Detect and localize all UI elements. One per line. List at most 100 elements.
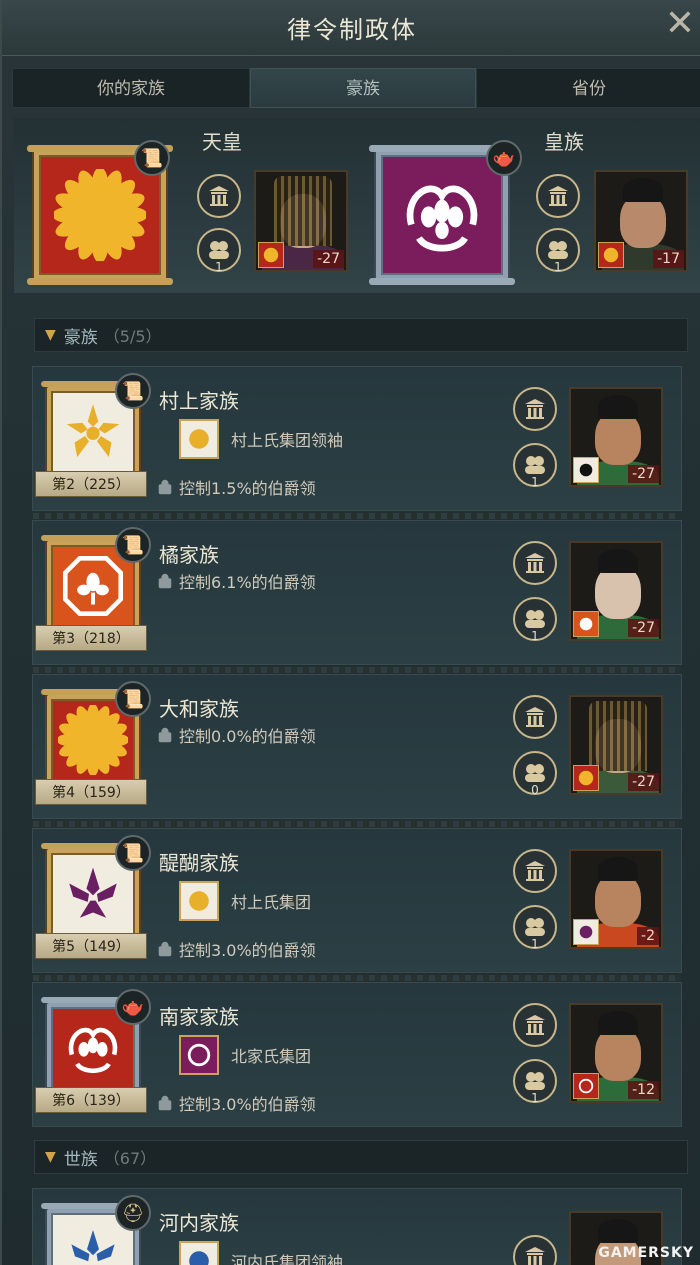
clan-head-portrait[interactable]: -12 bbox=[569, 1003, 663, 1103]
members-icon[interactable]: 1 bbox=[513, 443, 557, 489]
tab-powerful-families[interactable]: 豪族 bbox=[250, 68, 476, 108]
chrysanthemum-crest-icon bbox=[58, 705, 128, 775]
imperial-family-banner[interactable] bbox=[369, 145, 515, 285]
paulownia-crest-icon bbox=[69, 867, 117, 918]
group-name: 村上氏集团领袖 bbox=[231, 431, 344, 450]
clan-name: 大和家族 bbox=[159, 697, 239, 721]
opinion-value: -27 bbox=[628, 619, 659, 637]
control-icon bbox=[155, 571, 175, 591]
clan-control: 控制0.0%的伯爵领 bbox=[155, 723, 316, 747]
window-title: 律令制政体 bbox=[287, 16, 417, 44]
opinion-value: -27 bbox=[628, 773, 659, 791]
clan-name: 橘家族 bbox=[159, 543, 219, 567]
house-seat-icon[interactable] bbox=[513, 541, 557, 585]
clan-row[interactable]: ⛑ 河内家族 河内氏集团领袖 bbox=[32, 1188, 682, 1265]
clan-rank: 第4（159） bbox=[35, 779, 147, 805]
house-count: 0 bbox=[531, 783, 539, 797]
clan-control: 控制3.0%的伯爵领 bbox=[155, 1091, 316, 1115]
chrysanthemum-mini-icon bbox=[598, 242, 624, 268]
chrysanthemum-crest-icon bbox=[54, 169, 146, 261]
close-icon[interactable]: ✕ bbox=[662, 4, 698, 44]
clan-row[interactable]: 📜 第2（225） 村上家族 村上氏集团领袖 控制1.5%的伯爵领 1 -27 bbox=[32, 366, 682, 519]
clan-mini-crest-icon bbox=[573, 919, 599, 945]
clan-rank: 第5（149） bbox=[35, 933, 147, 959]
clan-row[interactable]: 📜 第4（159） 大和家族 控制0.0%的伯爵领 0 -27 bbox=[32, 674, 682, 827]
control-text: 控制1.5%的伯爵领 bbox=[179, 479, 316, 498]
members-icon[interactable]: 1 bbox=[513, 1059, 557, 1105]
clan-group[interactable]: 村上氏集团领袖 bbox=[179, 419, 343, 459]
ruler-emperor: 📜 天皇 1 -27 bbox=[14, 118, 354, 288]
tab-provinces[interactable]: 省份 bbox=[476, 68, 700, 108]
clan-group[interactable]: 北家氏集团 bbox=[179, 1035, 311, 1075]
scroll-icon[interactable]: 📜 bbox=[115, 835, 151, 871]
clan-group[interactable]: 村上氏集团 bbox=[179, 881, 311, 921]
watermark: GAMERSKY bbox=[598, 1245, 694, 1261]
house-count: 1 bbox=[531, 475, 539, 489]
group-name: 北家氏集团 bbox=[231, 1047, 312, 1066]
clan-name: 村上家族 bbox=[159, 389, 239, 413]
teapot-icon[interactable]: 🫖 bbox=[115, 989, 151, 1025]
clan-name: 南家家族 bbox=[159, 1005, 239, 1029]
helmet-icon[interactable]: ⛑ bbox=[115, 1195, 151, 1231]
clan-rank: 第6（139） bbox=[35, 1087, 147, 1113]
house-seat-icon[interactable] bbox=[513, 695, 557, 739]
house-seat-icon[interactable] bbox=[197, 174, 241, 218]
tab-your-house[interactable]: 你的家族 bbox=[12, 68, 250, 108]
house-seat-icon[interactable] bbox=[536, 174, 580, 218]
teapot-icon[interactable]: 🫖 bbox=[486, 140, 522, 176]
control-icon bbox=[155, 939, 175, 959]
section-gentry[interactable]: ▼ 世族 （67） bbox=[34, 1140, 688, 1174]
house-count: 1 bbox=[531, 1091, 539, 1105]
scroll-icon[interactable]: 📜 bbox=[115, 527, 151, 563]
imperial-family-portrait[interactable]: -17 bbox=[594, 170, 688, 272]
control-text: 控制0.0%的伯爵领 bbox=[179, 727, 316, 746]
opinion-value: -27 bbox=[628, 465, 659, 483]
collapse-arrow-icon: ▼ bbox=[45, 1149, 56, 1165]
clan-head-portrait[interactable]: -27 bbox=[569, 541, 663, 641]
collapse-arrow-icon: ▼ bbox=[45, 327, 56, 343]
clan-control: 控制6.1%的伯爵领 bbox=[155, 569, 316, 593]
house-seat-icon[interactable] bbox=[513, 849, 557, 893]
gentian-crest-icon bbox=[66, 404, 120, 458]
clan-control: 控制1.5%的伯爵领 bbox=[155, 475, 316, 499]
clan-row[interactable]: 📜 第3（218） 橘家族 控制6.1%的伯爵领 1 -27 bbox=[32, 520, 682, 673]
members-icon[interactable]: 1 bbox=[513, 905, 557, 951]
control-icon bbox=[155, 1093, 175, 1113]
control-text: 控制6.1%的伯爵领 bbox=[179, 573, 316, 592]
scroll-icon[interactable]: 📜 bbox=[115, 373, 151, 409]
rulers-panel: 📜 天皇 1 -27 🫖 皇族 1 -17 bbox=[14, 118, 700, 293]
section-powerful-families[interactable]: ▼ 豪族 （5/5） bbox=[34, 318, 688, 352]
tab-bar: 你的家族 豪族 省份 bbox=[12, 68, 700, 110]
group-crest-icon bbox=[179, 1241, 219, 1265]
group-name: 村上氏集团 bbox=[231, 893, 312, 912]
scroll-icon[interactable]: 📜 bbox=[115, 681, 151, 717]
members-icon[interactable]: 1 bbox=[536, 228, 580, 274]
section-count: （67） bbox=[103, 1149, 157, 1168]
house-seat-icon[interactable] bbox=[513, 1235, 557, 1265]
clan-head-portrait[interactable]: -27 bbox=[569, 695, 663, 795]
scroll-icon[interactable]: 📜 bbox=[134, 140, 170, 176]
clan-mini-crest-icon bbox=[573, 1073, 599, 1099]
ruler-title: 天皇 bbox=[202, 130, 242, 154]
clan-head-portrait[interactable]: -27 bbox=[569, 387, 663, 487]
tachibana-crest-icon bbox=[62, 555, 124, 617]
emperor-portrait[interactable]: -27 bbox=[254, 170, 348, 272]
control-text: 控制3.0%的伯爵领 bbox=[179, 1095, 316, 1114]
opinion-value: -27 bbox=[313, 250, 344, 268]
clan-group[interactable]: 河内氏集团领袖 bbox=[179, 1241, 343, 1265]
house-count: 1 bbox=[531, 629, 539, 643]
house-count: 1 bbox=[554, 260, 562, 274]
group-crest-icon bbox=[179, 419, 219, 459]
clan-head-portrait[interactable]: -2 bbox=[569, 849, 663, 949]
house-seat-icon[interactable] bbox=[513, 1003, 557, 1047]
members-icon[interactable]: 1 bbox=[197, 228, 241, 274]
clan-row[interactable]: 🫖 第6（139） 南家家族 北家氏集团 控制3.0%的伯爵领 1 -12 bbox=[32, 982, 682, 1127]
clan-row[interactable]: 📜 第5（149） 醍醐家族 村上氏集团 控制3.0%的伯爵领 1 -2 bbox=[32, 828, 682, 981]
members-icon[interactable]: 1 bbox=[513, 597, 557, 643]
control-icon bbox=[155, 477, 175, 497]
house-seat-icon[interactable] bbox=[513, 387, 557, 431]
clan-control: 控制3.0%的伯爵领 bbox=[155, 937, 316, 961]
section-label: 豪族 bbox=[63, 327, 98, 348]
opinion-value: -2 bbox=[637, 927, 659, 945]
members-icon[interactable]: 0 bbox=[513, 751, 557, 797]
